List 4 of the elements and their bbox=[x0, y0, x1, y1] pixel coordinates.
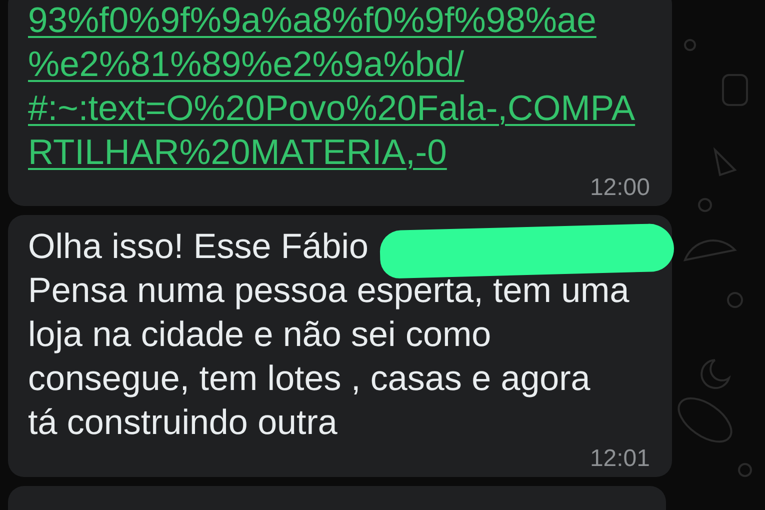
message-time: 12:00 bbox=[590, 174, 650, 202]
message-link[interactable]: 93%f0%9f%9a%a8%f0%9f%98%ae %e2%81%89%e2%9a%bd/ #:~:text=O%20Povo%20Fala-,COMPA RTILHAR%20MATERIA,-0 bbox=[28, 0, 636, 174]
message-text: Olha isso! Esse Fábio Pensa numa pessoa esperta, tem uma loja na cidade e não sei como consegue, tem lotes , casas e agora tá construindo outra bbox=[28, 226, 630, 444]
message-time: 12:01 bbox=[590, 445, 650, 473]
